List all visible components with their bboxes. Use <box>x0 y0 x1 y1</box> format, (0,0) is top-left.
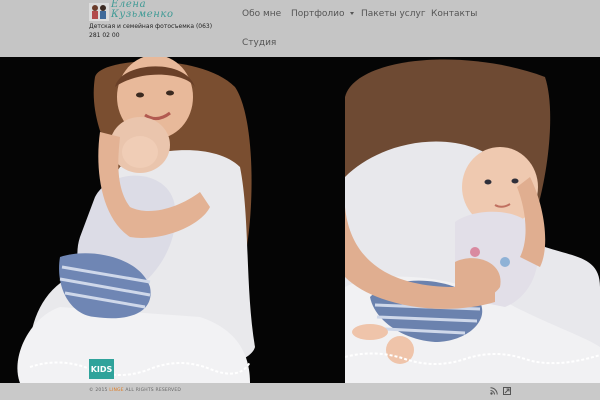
rss-icon[interactable] <box>490 387 498 395</box>
photo-girl-with-baby-closeup <box>345 57 600 383</box>
nav-item-about[interactable]: Обо мне <box>242 9 281 19</box>
logo-last-name: Кузьменко <box>111 9 174 20</box>
nav-item-portfolio[interactable]: Портфолио <box>291 9 354 19</box>
nav-item-label: Пакеты услуг <box>361 9 426 19</box>
footer-brand-link[interactable]: LINGE <box>109 388 124 393</box>
kids-logo-icon <box>89 3 109 21</box>
nav-item-packages[interactable]: Пакеты услуг <box>361 9 426 19</box>
gallery-photo-right[interactable] <box>345 57 600 383</box>
gallery-photo-left[interactable]: KIDS <box>0 57 345 383</box>
site-footer: © 2015 LINGE ALL RIGHTS RESERVED <box>0 383 600 400</box>
logo-name: Елена Кузьменко <box>111 0 174 20</box>
nav-item-label: Обо мне <box>242 9 282 19</box>
nav-item-contacts[interactable]: Контакты <box>431 9 477 19</box>
nav-item-label: Контакты <box>431 9 478 19</box>
site-header: Елена Кузьменко Детская и семейная фотос… <box>0 0 600 57</box>
copyright-text: © 2015 LINGE ALL RIGHTS RESERVED <box>89 388 181 393</box>
category-badge-kids[interactable]: KIDS <box>89 359 114 379</box>
link-icon[interactable] <box>503 387 511 395</box>
copyright-rights: ALL RIGHTS RESERVED <box>125 388 182 393</box>
chevron-down-icon <box>349 12 354 15</box>
nav-item-studio[interactable]: Студия <box>242 38 276 48</box>
copyright-year: © 2015 <box>89 388 108 393</box>
photo-girl-holding-baby <box>0 57 345 383</box>
nav-item-label: Портфолио <box>291 9 345 19</box>
site-tagline: Детская и семейная фотосъемка (063) 281 … <box>89 23 213 39</box>
nav-item-label: Студия <box>242 38 277 48</box>
